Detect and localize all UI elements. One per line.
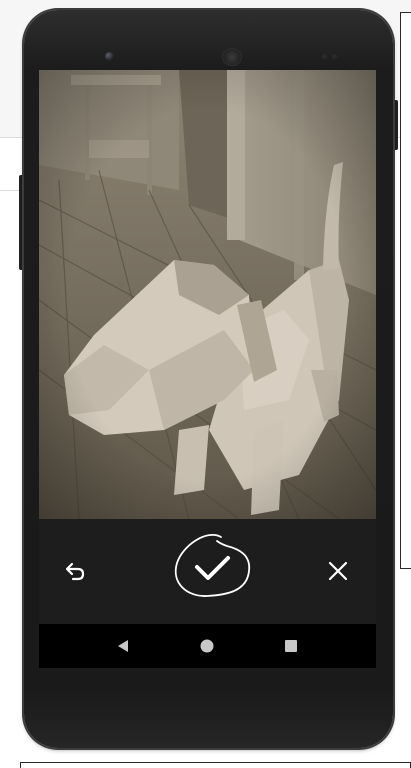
close-x-icon	[328, 561, 348, 581]
nav-back-button[interactable]	[109, 632, 137, 660]
home-circle-icon	[200, 639, 214, 653]
front-camera-icon	[105, 52, 114, 61]
earpiece-speaker-icon	[222, 48, 242, 66]
proximity-sensor	[322, 54, 327, 59]
camera-preview-image	[39, 70, 376, 519]
light-sensor	[332, 54, 337, 59]
system-navigation-bar	[39, 624, 376, 668]
nav-recents-button[interactable]	[277, 632, 305, 660]
cancel-button[interactable]	[323, 556, 353, 586]
nav-home-button[interactable]	[193, 632, 221, 660]
recents-square-icon	[285, 640, 297, 652]
background-bottom-card	[20, 762, 411, 768]
retake-button[interactable]	[61, 556, 91, 586]
background-side-panel	[400, 12, 411, 569]
phone-screen	[39, 70, 376, 668]
done-button[interactable]	[169, 527, 255, 613]
undo-arrow-icon	[65, 562, 85, 581]
back-triangle-icon	[118, 640, 128, 652]
checkmark-icon	[174, 534, 251, 597]
capture-confirm-bar	[39, 519, 376, 624]
